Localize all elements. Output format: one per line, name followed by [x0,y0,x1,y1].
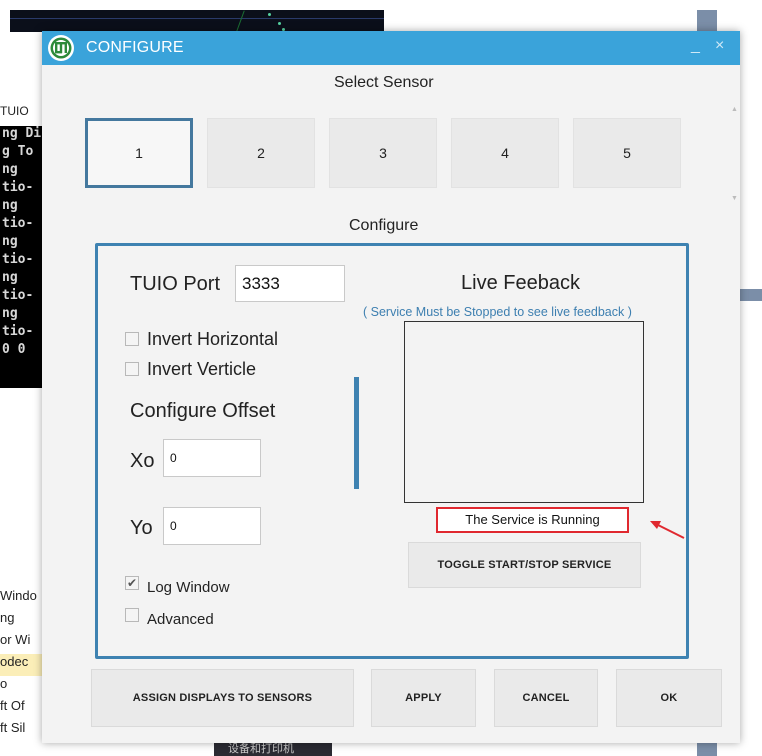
background-tuio-label: TUIO [0,104,29,118]
console-line: ng [2,198,18,213]
list-item: Windo [0,588,37,603]
xo-input[interactable] [163,439,261,477]
live-feedback-note: ( Service Must be Stopped to see live fe… [363,305,632,319]
tuio-port-input[interactable] [235,265,345,302]
toggle-service-button[interactable]: TOGGLE START/STOP SERVICE [408,542,641,588]
sensor-button-5[interactable]: 5 [573,118,681,188]
sensor-button-2[interactable]: 2 [207,118,315,188]
console-line: g To [2,144,34,159]
sensor-button-1[interactable]: 1 [85,118,193,188]
console-line: tio- [2,324,34,339]
background-console: ng Di g To ng tio- ng tio- ng tio- ng ti… [0,126,44,388]
apply-button[interactable]: APPLY [371,669,476,727]
configure-dialog: CONFIGURE _ × Select Sensor 1 2 3 4 5 ▲ … [42,31,740,743]
log-window-label: Log Window [147,579,230,596]
console-line: ng Di [2,126,42,141]
background-window-strip [10,10,384,32]
panel-divider [354,377,359,489]
live-feedback-title: Live Feeback [461,272,580,294]
invert-verticle-label: Invert Verticle [147,359,257,379]
scroll-up-arrow[interactable]: ▲ [731,106,738,113]
close-button[interactable]: × [715,37,724,55]
console-line: tio- [2,216,34,231]
advanced-checkbox[interactable] [125,608,139,622]
sensor-button-4[interactable]: 4 [451,118,559,188]
invert-verticle-checkbox[interactable] [125,362,139,376]
console-line: 0 0 [2,342,26,357]
list-item: o [0,676,8,691]
list-item: ft Of [0,698,25,713]
invert-horizontal-checkbox[interactable] [125,332,139,346]
console-line: tio- [2,252,34,267]
yo-label: Yo [130,517,153,539]
list-item: odec [0,654,44,676]
background-list: Windo ng or Wi odec o ft Of ft Sil [0,588,44,742]
background-window-edge [738,289,762,301]
list-item: ft Sil [0,720,26,735]
advanced-label: Advanced [147,611,214,628]
window-title: CONFIGURE [86,39,184,56]
live-feedback-preview [404,321,644,503]
assign-displays-button[interactable]: ASSIGN DISPLAYS TO SENSORS [91,669,354,727]
console-line: ng [2,270,18,285]
app-logo-icon [48,35,74,61]
tuio-port-label: TUIO Port [130,273,221,295]
background-line [236,10,245,32]
console-line: tio- [2,288,34,303]
select-sensor-heading: Select Sensor [334,74,434,91]
console-line: ng [2,234,18,249]
console-line: ng [2,306,18,321]
annotation-arrow-icon [650,521,685,539]
configure-panel: TUIO Port Invert Horizontal Invert Verti… [95,243,689,659]
console-line: ng [2,162,18,177]
list-item: or Wi [0,632,31,647]
invert-horizontal-label: Invert Horizontal [147,329,279,349]
background-line [10,18,384,19]
minimize-button[interactable]: _ [691,37,700,55]
title-bar[interactable]: CONFIGURE _ × [42,31,740,65]
sensor-button-3[interactable]: 3 [329,118,437,188]
service-status: The Service is Running [436,507,629,533]
list-item: ng [0,610,15,625]
configure-offset-heading: Configure Offset [130,400,276,422]
xo-label: Xo [130,450,155,472]
log-window-checkbox[interactable]: ✔ [125,576,139,590]
console-line: tio- [2,180,34,195]
configure-heading: Configure [349,217,419,234]
scroll-down-arrow[interactable]: ▼ [731,195,738,202]
background-dot [268,13,271,16]
ok-button[interactable]: OK [616,669,722,727]
yo-input[interactable] [163,507,261,545]
cancel-button[interactable]: CANCEL [494,669,598,727]
background-dot [278,22,281,25]
